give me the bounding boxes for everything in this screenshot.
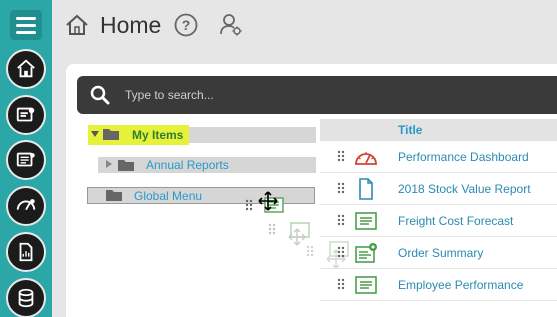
table-row[interactable]: Employee Performance [320,269,557,301]
rail-reports-button[interactable] [6,95,46,135]
dashboard-gauge-icon [16,199,36,211]
tree-item-annual-reports[interactable]: Annual Reports [98,157,316,173]
hamburger-menu-icon[interactable] [10,10,42,40]
list-report-icon [16,152,35,167]
table-row[interactable]: Order Summary [320,237,557,269]
left-rail [0,0,52,317]
table-row[interactable]: Performance Dashboard [320,141,557,173]
search-icon[interactable] [89,84,111,106]
drag-handle-icon[interactable] [337,246,345,258]
help-icon[interactable]: ? [174,13,198,37]
report-settings-icon [355,243,377,263]
home-icon [17,59,35,78]
rail-database-button[interactable] [6,278,46,317]
folder-icon [106,190,122,201]
rail-home-button[interactable] [6,49,46,89]
home-icon[interactable] [64,12,90,38]
search-bar [77,76,557,114]
move-cursor-icon [258,191,284,213]
report-icon [355,212,377,230]
search-input[interactable] [125,84,545,106]
drag-handle-icon[interactable] [245,199,253,211]
move-cursor-ghost-icon [288,222,310,246]
header-bar: Home ? [52,0,557,50]
report-settings-icon [16,107,35,122]
page-title: Home [100,12,162,38]
row-title[interactable]: Freight Cost Forecast [398,214,513,228]
column-title: Title [398,123,423,137]
chevron-right-icon[interactable] [106,160,112,168]
drag-handle-icon[interactable] [337,278,345,290]
rail-document-button[interactable] [6,232,46,272]
folder-icon [103,129,119,140]
table-column-header[interactable]: Title [320,119,557,141]
document-icon [359,178,373,200]
row-title[interactable]: 2018 Stock Value Report [398,182,531,196]
tree-item-label: Annual Reports [146,158,229,172]
drag-handle-icon[interactable] [337,182,345,194]
user-settings-icon[interactable] [218,12,244,38]
tree-item-label: My Items [132,128,184,142]
rail-list-button[interactable] [6,140,46,180]
table-row[interactable]: Freight Cost Forecast [320,205,557,237]
report-icon [355,276,377,294]
database-icon [18,288,34,308]
row-title[interactable]: Order Summary [398,246,483,260]
svg-text:?: ? [182,17,191,33]
folder-icon [118,160,134,171]
drag-handle-icon [306,245,314,257]
table-row[interactable]: 2018 Stock Value Report [320,173,557,205]
row-title[interactable]: Performance Dashboard [398,150,529,164]
drag-handle-icon[interactable] [337,150,345,162]
chevron-down-icon[interactable] [91,131,99,137]
tree-item-my-items[interactable]: My Items [88,125,316,145]
rail-dashboard-button[interactable] [6,186,46,226]
dashboard-icon [355,152,377,165]
tree-item-label: Global Menu [134,189,203,203]
drag-handle-icon [268,223,276,235]
chart-document-icon [19,242,33,262]
row-title[interactable]: Employee Performance [398,278,523,292]
drag-handle-icon[interactable] [337,214,345,226]
